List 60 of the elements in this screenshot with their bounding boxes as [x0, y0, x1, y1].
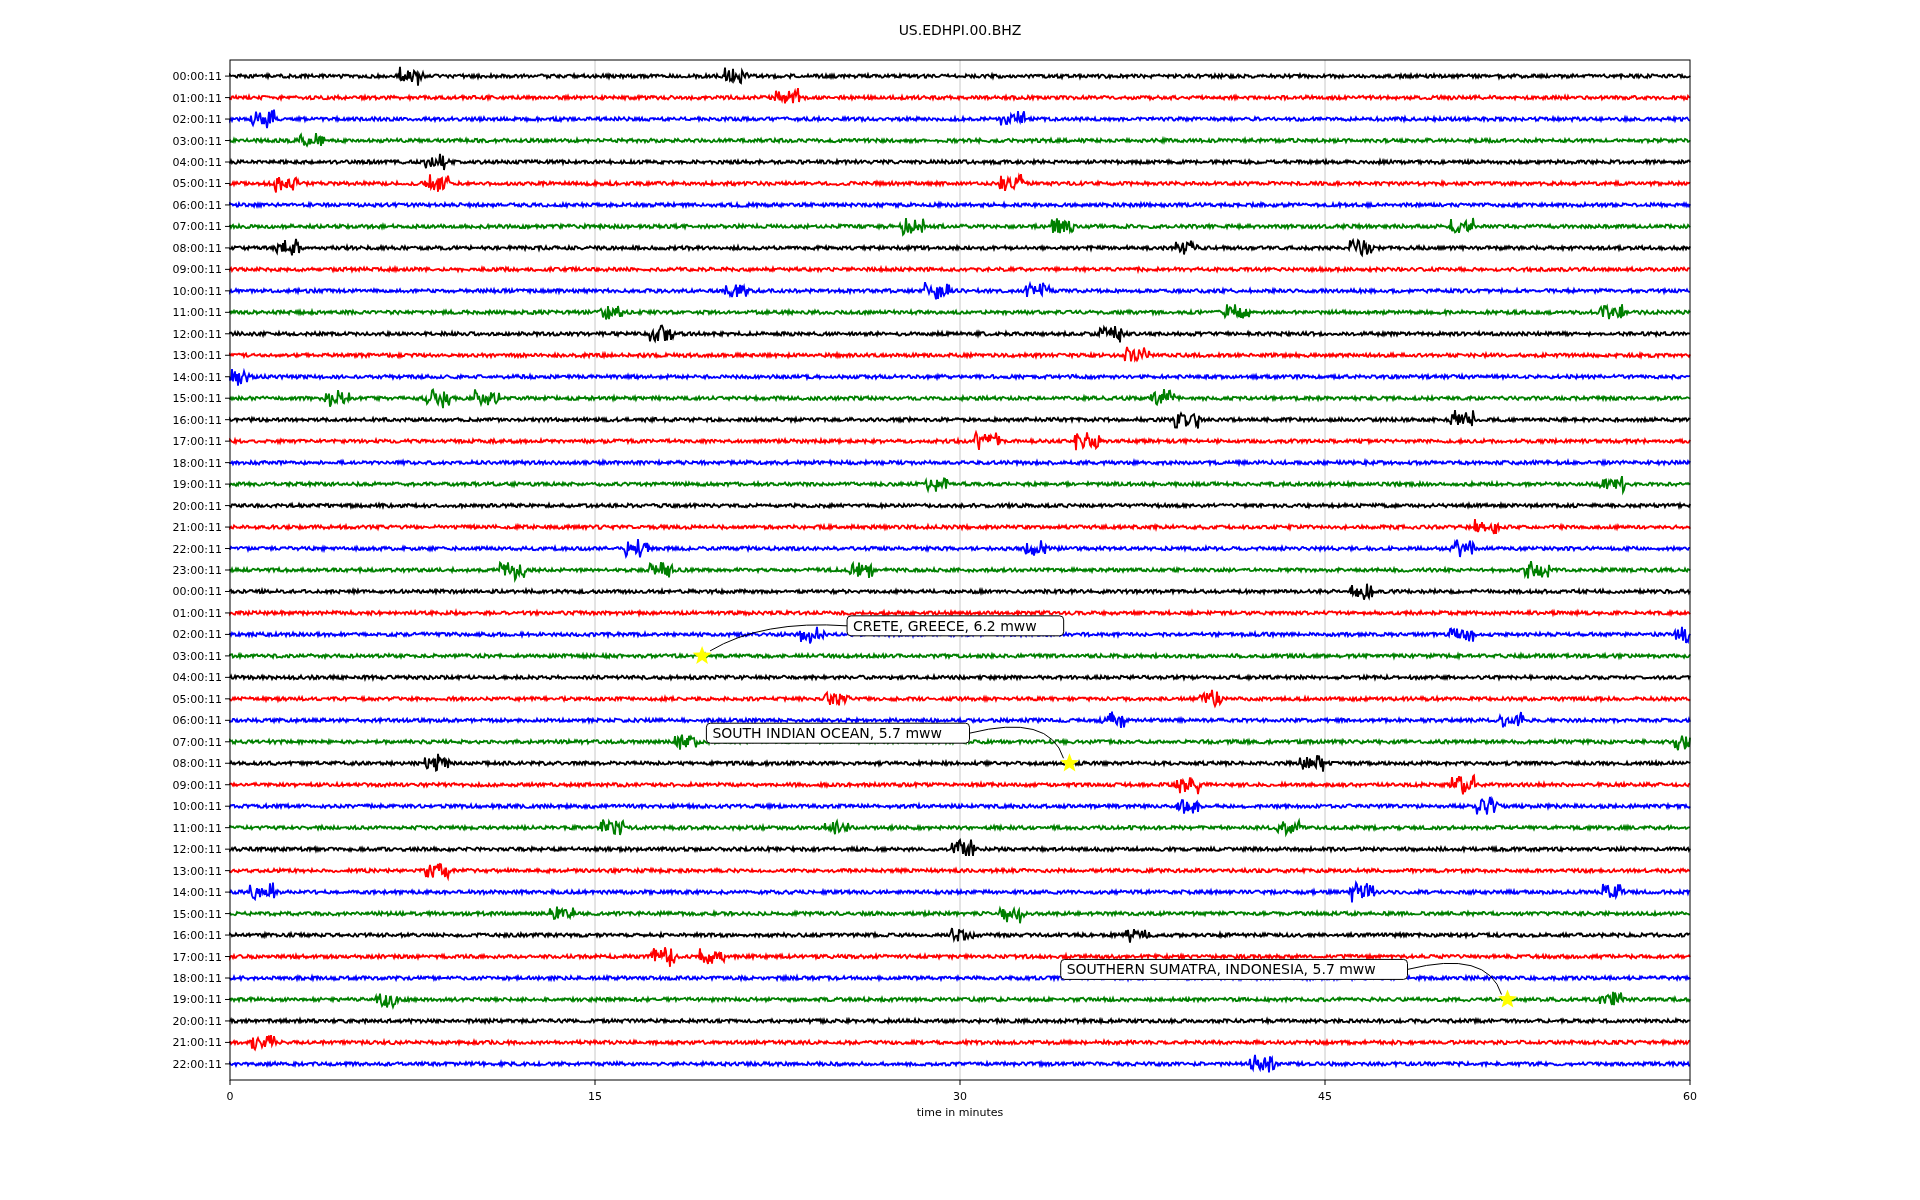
- star-marker: [1498, 989, 1517, 1008]
- y-tick-label: 06:00:11: [172, 714, 222, 728]
- y-tick-label: 05:00:11: [172, 692, 222, 706]
- y-tick-label: 06:00:11: [172, 198, 222, 212]
- y-tick-label: 16:00:11: [172, 413, 222, 427]
- x-tick-label: 30: [953, 1090, 967, 1103]
- y-tick-label: 03:00:11: [172, 134, 222, 148]
- y-tick-label: 18:00:11: [172, 972, 222, 985]
- x-tick-label: 60: [1683, 1090, 1697, 1103]
- event-label: SOUTHERN SUMATRA, INDONESIA, 5.7 mww: [1060, 958, 1408, 980]
- y-tick-label: 09:00:11: [172, 263, 222, 277]
- x-tick-label: 15: [588, 1090, 602, 1103]
- y-tick-label: 23:00:11: [172, 564, 222, 577]
- y-tick-label: 13:00:11: [172, 864, 222, 878]
- y-tick-label: 16:00:11: [172, 929, 222, 943]
- y-tick-label: 17:00:11: [172, 435, 222, 449]
- y-tick-label: 00:00:11: [172, 585, 222, 599]
- y-tick-label: 10:00:11: [172, 284, 222, 298]
- x-axis-label: time in minutes: [916, 1106, 1004, 1119]
- y-tick-label: 05:00:11: [172, 177, 222, 191]
- y-tick-label: 10:00:11: [172, 800, 222, 814]
- y-tick-label: 19:00:11: [172, 993, 222, 1007]
- y-tick-label: 21:00:11: [172, 521, 222, 535]
- y-tick-label: 14:00:11: [172, 370, 222, 384]
- y-tick-label: 11:00:11: [172, 821, 222, 835]
- event-label: CRETE, GREECE, 6.2 mww: [846, 615, 1065, 637]
- y-tick-label: 17:00:11: [172, 950, 222, 964]
- star-marker: [692, 645, 712, 664]
- y-tick-label: 02:00:11: [172, 628, 222, 642]
- y-tick-label: 12:00:11: [172, 327, 222, 341]
- y-tick-label: 02:00:11: [172, 113, 222, 127]
- y-tick-label: 12:00:11: [172, 843, 222, 857]
- y-tick-label: 03:00:11: [172, 649, 222, 663]
- y-tick-label: 00:00:11: [172, 70, 222, 84]
- y-tick-label: 14:00:11: [172, 886, 222, 900]
- y-tick-label: 11:00:11: [172, 306, 222, 320]
- y-tick-label: 21:00:11: [172, 1036, 222, 1050]
- y-tick-label: 01:00:11: [172, 91, 222, 105]
- y-tick-label: 13:00:11: [172, 349, 222, 363]
- x-tick-label: 45: [1318, 1090, 1332, 1103]
- y-tick-label: 01:00:11: [172, 606, 222, 620]
- y-tick-label: 07:00:11: [172, 735, 222, 749]
- y-tick-label: 15:00:11: [172, 392, 222, 406]
- star-marker: [1060, 753, 1079, 772]
- x-tick-label: 0: [226, 1090, 234, 1103]
- y-tick-label: 04:00:11: [172, 156, 222, 169]
- y-tick-label: 08:00:11: [172, 757, 222, 771]
- event-label: SOUTH INDIAN OCEAN, 5.7 mww: [705, 722, 970, 744]
- y-tick-label: 22:00:11: [172, 542, 222, 556]
- y-tick-label: 20:00:11: [172, 1014, 222, 1028]
- plot-title: US.EDHPI.00.BHZ: [898, 22, 1022, 38]
- y-tick-label: 07:00:11: [172, 220, 222, 234]
- y-tick-label: 20:00:11: [172, 499, 222, 513]
- y-tick-label: 04:00:11: [172, 671, 222, 685]
- y-tick-label: 08:00:11: [172, 241, 222, 255]
- y-tick-label: 18:00:11: [172, 456, 222, 470]
- y-tick-label: 09:00:11: [172, 778, 222, 792]
- y-tick-label: 15:00:11: [172, 907, 222, 921]
- y-tick-label: 22:00:11: [172, 1057, 222, 1071]
- y-tick-label: 19:00:11: [172, 478, 222, 492]
